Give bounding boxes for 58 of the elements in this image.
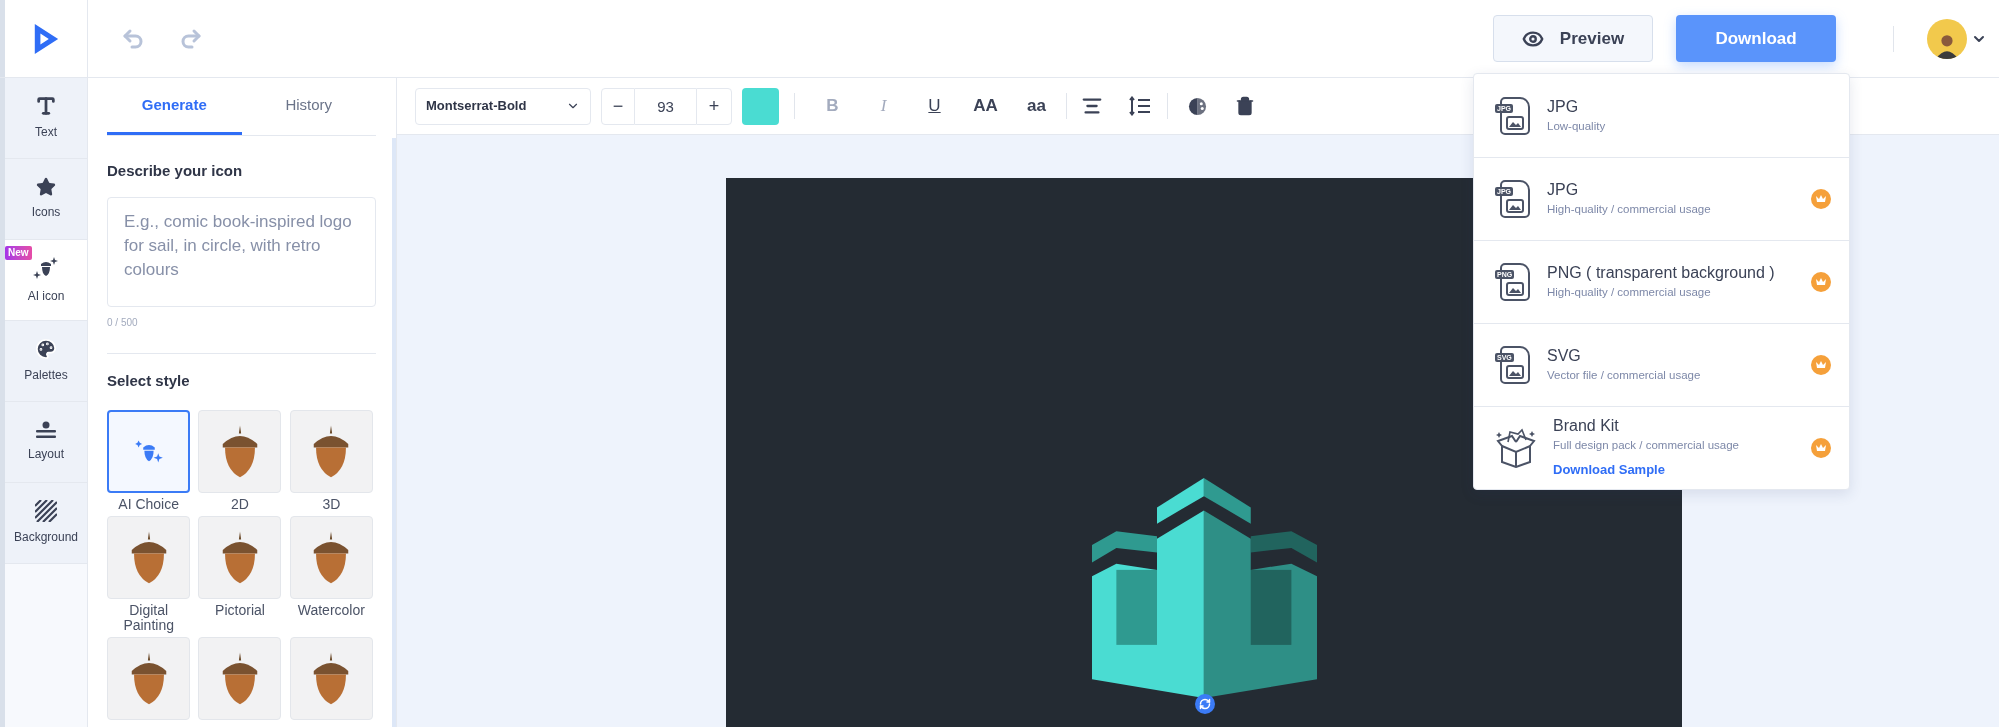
star-icon xyxy=(36,177,56,197)
section-heading: Describe your icon xyxy=(107,161,244,181)
rotate-icon xyxy=(1199,698,1211,710)
image-glyph-icon xyxy=(1506,282,1524,296)
layout-icon xyxy=(35,421,57,439)
gift-box-icon xyxy=(1496,428,1536,468)
option-title: Brand Kit xyxy=(1553,416,1620,437)
format-button[interactable]: aa xyxy=(1011,87,1062,125)
hatch-icon xyxy=(35,500,57,522)
sidebar-item[interactable]: Text xyxy=(5,78,87,159)
format-button[interactable]: AA xyxy=(960,87,1011,125)
trash-icon[interactable] xyxy=(1235,96,1255,116)
download-option[interactable]: Brand Kit Full design pack / commercial usage Download Sample xyxy=(1474,406,1849,489)
style-label: 2D xyxy=(230,497,250,512)
option-title: JPG xyxy=(1547,96,1580,117)
option-description: High-quality / commercial usage xyxy=(1547,202,1712,217)
option-description: Vector file / commercial usage xyxy=(1547,368,1702,383)
style-option[interactable] xyxy=(107,410,191,493)
format-button[interactable]: U xyxy=(909,87,960,125)
font-select[interactable]: Montserrat-Bold xyxy=(415,87,591,125)
color-swatch[interactable] xyxy=(742,87,779,125)
character-counter: 0 / 500 xyxy=(107,315,139,330)
sidebar-item[interactable]: Icons xyxy=(5,159,87,240)
preview-button[interactable]: Preview xyxy=(1493,15,1653,62)
sidebar-item[interactable]: Layout xyxy=(5,402,87,483)
style-label: AI Choice xyxy=(117,497,180,512)
image-glyph-icon xyxy=(1506,365,1524,379)
line-spacing-icon[interactable] xyxy=(1129,96,1151,116)
option-description: High-quality / commercial usage xyxy=(1547,285,1712,300)
style-label: Digital Painting xyxy=(122,603,175,633)
panel-tab[interactable]: History xyxy=(241,78,376,135)
font-size-field[interactable]: 93 xyxy=(635,87,696,125)
rotate-handle[interactable] xyxy=(1195,694,1215,714)
sparkle-acorn-icon xyxy=(33,255,59,281)
option-description: Full design pack / commercial usage xyxy=(1553,438,1740,454)
image-glyph-icon xyxy=(1506,115,1524,130)
prompt-input-field[interactable]: E.g., comic book-inspired logo for sail, in circle, with retro colours xyxy=(107,196,376,307)
option-title: PNG ( transparent background ) xyxy=(1547,263,1776,283)
avatar[interactable] xyxy=(1927,18,1967,59)
style-label: Pictorial xyxy=(214,603,266,618)
increase-button[interactable]: + xyxy=(696,87,732,125)
style-label: 3D xyxy=(321,497,342,512)
color-blend-icon[interactable] xyxy=(1188,96,1207,116)
option-description: Low-quality xyxy=(1547,118,1607,134)
image-glyph-icon xyxy=(1506,199,1524,213)
palette-icon xyxy=(35,338,57,360)
sidebar-item[interactable]: New AI icon xyxy=(5,240,87,321)
sidebar-item[interactable]: Background xyxy=(5,483,87,564)
new-badge: New xyxy=(5,246,32,260)
sidebar-item[interactable]: Palettes xyxy=(5,321,87,402)
option-title: JPG xyxy=(1547,180,1580,200)
style-label: Watercolor xyxy=(296,603,366,618)
panel-tab[interactable]: Generate xyxy=(107,78,242,135)
align-center-icon[interactable] xyxy=(1081,95,1103,117)
text-icon xyxy=(35,95,57,117)
option-title: SVG xyxy=(1547,346,1582,366)
download-sample-link[interactable]: Download Sample xyxy=(1553,460,1811,480)
section-heading: Select style xyxy=(107,370,191,391)
